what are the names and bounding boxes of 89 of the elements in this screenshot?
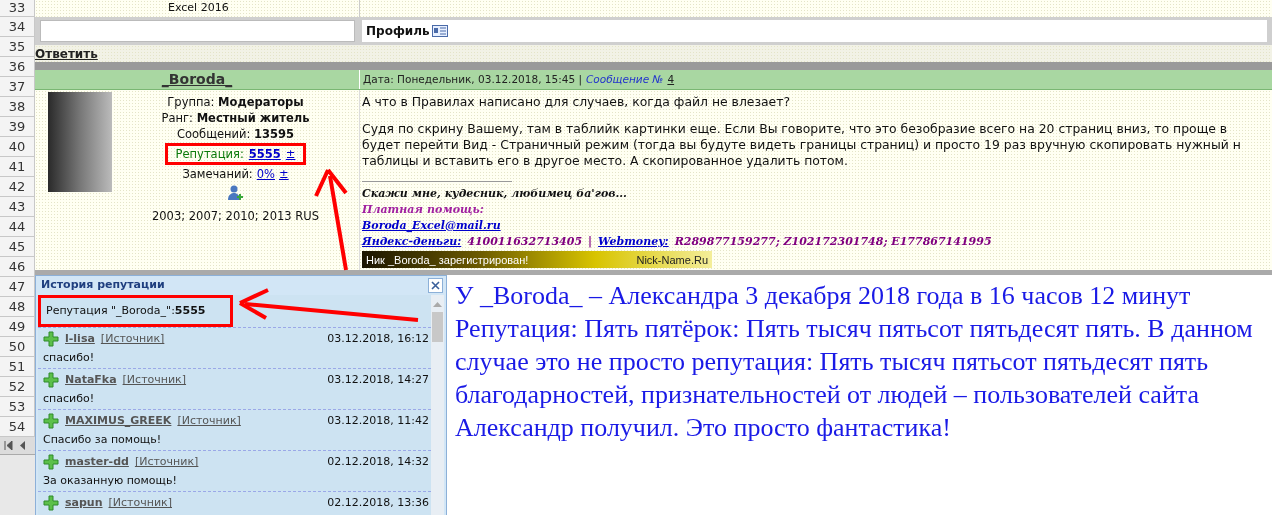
row-number: 53 [0,397,35,417]
post-question: А что в Правилах написано для случаев, когда файл не влезает? [362,94,792,110]
user-link[interactable]: l-lisa [65,331,95,348]
yandex-number: 410011632713405 [467,234,583,250]
reply-link[interactable]: Ответить [35,44,98,63]
entry-comment: спасибо! [43,349,96,366]
warnings-toggle-link[interactable]: ± [279,166,289,182]
plus-icon [43,495,59,512]
plus-icon [43,372,59,389]
entry-date: 02.12.2018, 13:36 [327,495,429,511]
row-number: 38 [0,97,35,117]
row-number: 52 [0,377,35,397]
entry-date: 03.12.2018, 16:12 [327,331,429,347]
entry-date: 02.12.2018, 14:32 [327,454,429,470]
input-field[interactable] [40,20,355,42]
caption-text: Excel 2016 [168,0,229,17]
row-number: 51 [0,357,35,377]
entry-date: 03.12.2018, 14:27 [327,372,429,388]
row-number: 50 [0,337,35,357]
row-number: 37 [0,77,35,97]
plus-icon [43,331,59,348]
row-number: 33 [0,0,35,17]
user-link[interactable]: NataFka [65,372,117,389]
separator-text: | [588,234,593,250]
row-number: 54 [0,417,35,437]
profile-card-icon [431,25,448,37]
close-icon [431,281,440,290]
user-link[interactable]: MAXIMUS_GREEK [65,413,172,430]
row-number: 45 [0,237,35,257]
webmoney-numbers: R289877159277; Z102172301748; E177867141995 [674,234,992,250]
row-number: 42 [0,177,35,197]
scrollbar-thumb[interactable] [432,312,443,342]
profile-button[interactable]: Профиль [366,22,448,40]
row-number: 35 [0,37,35,57]
row-number: 34 [0,17,35,37]
message-number-link[interactable]: 4 [667,71,675,88]
row-number: 43 [0,197,35,217]
banner-text: Ник _Boroda_ зарегистрирован! [366,252,529,268]
signature-motto: Скажи мне, кудесник, любимец ба'гов... [362,186,628,202]
popup-title: История репутации [41,277,165,294]
banner-site: Nick-Name.Ru [636,252,708,268]
source-link[interactable]: [Источник] [100,331,165,348]
user-link[interactable]: master-dd [65,454,129,471]
popup-scrollbar[interactable] [431,295,444,515]
user-link[interactable]: sapun [65,495,103,512]
entry-comment: Спасибо за помощь! [43,431,163,448]
row-number: 40 [0,137,35,157]
paid-help-label: Платная помощь: [362,202,485,218]
row-number: 41 [0,157,35,177]
profile-line: Сообщений: 13595 [176,126,295,142]
row-number: 47 [0,277,35,297]
source-link[interactable]: [Источник] [108,495,172,512]
entry-comment: спасибо! [43,390,96,407]
email-link[interactable]: Boroda_Excel@mail.ru [362,218,501,234]
close-button[interactable] [428,278,443,293]
first-sheet-icon[interactable] [4,441,13,450]
summary-text: Репутация "_Boroda_":5555 [46,302,206,319]
row-number: 48 [0,297,35,317]
profile-line: Ранг: Местный житель [161,110,310,126]
post-date: Дата: Понедельник, 03.12.2018, 15:45 | [363,71,582,88]
yandex-link[interactable]: Яндекс-деньги: [362,234,462,250]
row-number: 49 [0,317,35,337]
author-link[interactable]: _Boroda_ [161,69,233,90]
post-text-line: будет перейти Вид - Страничный режим (тогда вы будуте видеть границы страниц) и просто 19 раз вручную скопировать нужный н [362,137,1242,153]
plus-icon [43,454,59,471]
reputation-link[interactable]: 5555 [248,146,281,162]
row-number: 46 [0,257,35,277]
webmoney-link[interactable]: Webmoney: [598,234,669,250]
row-number: 36 [0,57,35,77]
source-link[interactable]: [Источник] [134,454,199,471]
profile-line: Группа: Модераторы [167,94,304,110]
message-link[interactable]: Сообщение № [585,71,664,88]
add-user-icon[interactable] [226,184,245,202]
post-text-line: Судя по скрину Вашему, там в таблийк картинки еще. Если Вы говорите, что это безобразие всего на 20 страниц вниз, то проще в [362,121,1229,137]
source-link[interactable]: [Источник] [122,372,187,389]
previous-sheet-icon[interactable] [19,441,26,450]
plus-icon [43,413,59,430]
versions-text: 2003; 2007; 2010; 2013 RUS [152,208,319,224]
reputation-label: Репутация: [175,146,244,162]
row-number: 39 [0,117,35,137]
source-link[interactable]: [Источник] [177,413,241,430]
warnings-link[interactable]: 0% [256,166,275,182]
row-number: 44 [0,217,35,237]
annotation-text: У _Boroda_ – Александра 3 декабря 2018 года в 16 часов 12 минут Репутация: Пять пятёрок: Пять тысяч пятьсот пятьдесят пять. В данном случае это не просто репутация: Пять тысяч пятьсот пятьдесят пять благодарностей, признательностей от людей – пользователей сайта Александр получил. Это просто фантастика! [455,280,1254,444]
entry-comment: За оказанную помощь! [43,472,178,489]
entry-date: 03.12.2018, 11:42 [327,413,429,429]
reputation-toggle-link[interactable]: ± [285,146,296,162]
warnings-label: Замечаний: [182,166,253,182]
post-text-line: таблицы и вставить его в другое место. А скопированное удалить потом. [362,153,849,169]
